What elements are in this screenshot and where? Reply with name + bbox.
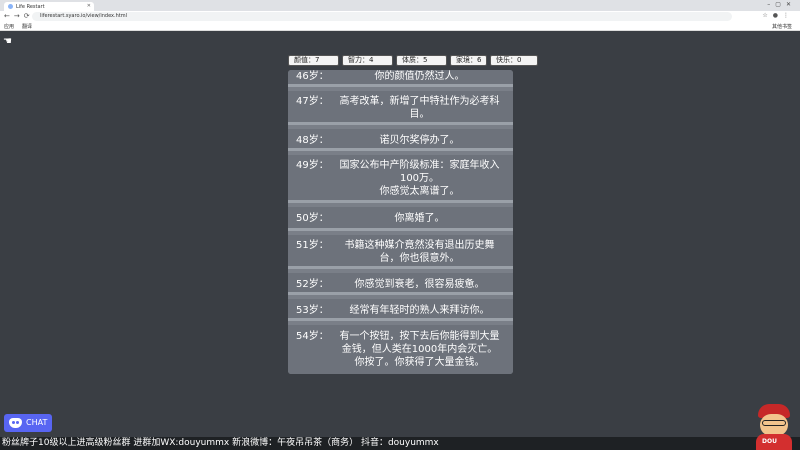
hand-icon[interactable]: ☚ bbox=[3, 36, 12, 47]
stream-ticker: 粉丝牌子10级以上进高级粉丝群 进群加WX:douyummx 新浪微博：午夜吊吊… bbox=[0, 437, 800, 450]
event-text: 你的颜值仍然过人。 bbox=[374, 71, 465, 82]
event-entry: 47岁： 高考改革，新增了中特社作为必考科 目。 bbox=[288, 91, 513, 125]
event-age: 47岁： bbox=[296, 96, 329, 107]
tab-close-icon[interactable]: ✕ bbox=[87, 3, 91, 9]
event-entry: 51岁： 书籍这种媒介竟然没有退出历史舞 台，你也很意外。 bbox=[288, 235, 513, 269]
event-text: 金钱，但人类在1000年内会灭亡。 bbox=[341, 344, 498, 355]
bookmark-apps[interactable]: 应用 bbox=[4, 23, 14, 30]
event-text: 你感觉太离谱了。 bbox=[379, 186, 460, 197]
event-text: 经常有年轻时的熟人来拜访你。 bbox=[349, 305, 490, 316]
bookmark-other[interactable]: 其他书签 bbox=[772, 23, 792, 30]
event-text: 100万。 bbox=[399, 173, 440, 184]
discord-chat-button[interactable]: CHAT bbox=[4, 414, 52, 432]
discord-icon bbox=[9, 418, 22, 428]
event-text: 你感觉到衰老，很容易疲惫。 bbox=[354, 279, 485, 290]
event-entry: 50岁： 你离婚了。 bbox=[288, 207, 513, 231]
event-text: 国家公布中产阶级标准：家庭年收入 bbox=[339, 160, 500, 171]
event-entry: 49岁： 国家公布中产阶级标准：家庭年收入 100万。 你感觉太离谱了。 bbox=[288, 155, 513, 203]
tab-title: Life Restart bbox=[16, 4, 45, 10]
stat-appearance: 颜值：7 bbox=[288, 55, 339, 66]
browser-tab[interactable]: Life Restart ✕ bbox=[4, 2, 94, 11]
chat-label: CHAT bbox=[26, 418, 48, 427]
event-age: 49岁： bbox=[296, 160, 329, 171]
stat-physique: 体质：5 bbox=[396, 55, 447, 66]
browser-tab-bar: Life Restart ✕ –▢✕ bbox=[0, 0, 800, 11]
stats-bar: 颜值：7 智力：4 体质：5 家境：6 快乐：0 bbox=[288, 55, 538, 66]
event-age: 51岁： bbox=[296, 240, 329, 251]
event-entry: 54岁： 有一个按钮，按下去后你能得到大量 金钱，但人类在1000年内会灭亡。 你… bbox=[288, 325, 513, 374]
life-event-log[interactable]: 46岁： 你的颜值仍然过人。 47岁： 高考改革，新增了中特社作为必考科 目。 48… bbox=[288, 70, 513, 374]
toolbar-menu-icons[interactable]: ☆●⋮ bbox=[762, 12, 794, 19]
event-entry: 53岁： 经常有年轻时的熟人来拜访你。 bbox=[288, 299, 513, 321]
event-entry: 46岁： 你的颜值仍然过人。 bbox=[288, 70, 513, 87]
event-age: 54岁： bbox=[296, 331, 329, 342]
stat-family: 家境：6 bbox=[450, 55, 487, 66]
bookmark-folder[interactable]: 翻译 bbox=[22, 23, 32, 30]
nav-buttons[interactable]: ←→⟳ bbox=[4, 12, 34, 20]
event-text: 有一个按钮，按下去后你能得到大量 bbox=[339, 331, 500, 342]
window-controls[interactable]: –▢✕ bbox=[767, 1, 796, 8]
streamer-mascot-icon: DOU bbox=[752, 404, 796, 450]
tab-favicon-icon bbox=[8, 4, 13, 9]
event-age: 52岁： bbox=[296, 279, 329, 290]
event-text: 高考改革，新增了中特社作为必考科 bbox=[339, 96, 500, 107]
event-text: 台，你也很意外。 bbox=[379, 253, 460, 264]
address-bar[interactable]: liferestart.syaro.io/view/index.html bbox=[32, 12, 732, 21]
url-text: liferestart.syaro.io/view/index.html bbox=[40, 13, 127, 19]
stat-intelligence: 智力：4 bbox=[342, 55, 393, 66]
mascot-text: DOU bbox=[762, 438, 777, 445]
event-age: 46岁： bbox=[296, 71, 329, 82]
event-text: 书籍这种媒介竟然没有退出历史舞 bbox=[344, 240, 495, 251]
event-text: 你离婚了。 bbox=[394, 213, 445, 224]
event-age: 53岁： bbox=[296, 305, 329, 316]
event-age: 48岁： bbox=[296, 135, 329, 146]
event-entry: 48岁： 诺贝尔奖停办了。 bbox=[288, 129, 513, 151]
event-entry: 52岁： 你感觉到衰老，很容易疲惫。 bbox=[288, 273, 513, 295]
browser-toolbar: ←→⟳ liferestart.syaro.io/view/index.html… bbox=[0, 11, 800, 22]
event-text: 诺贝尔奖停办了。 bbox=[379, 135, 460, 146]
stat-happiness: 快乐：0 bbox=[490, 55, 538, 66]
event-text: 目。 bbox=[409, 109, 430, 120]
bookmarks-bar: 应用 翻译 其他书签 bbox=[0, 22, 800, 31]
event-text: 你按了。你获得了大量金钱。 bbox=[354, 357, 485, 368]
event-age: 50岁： bbox=[296, 213, 329, 224]
